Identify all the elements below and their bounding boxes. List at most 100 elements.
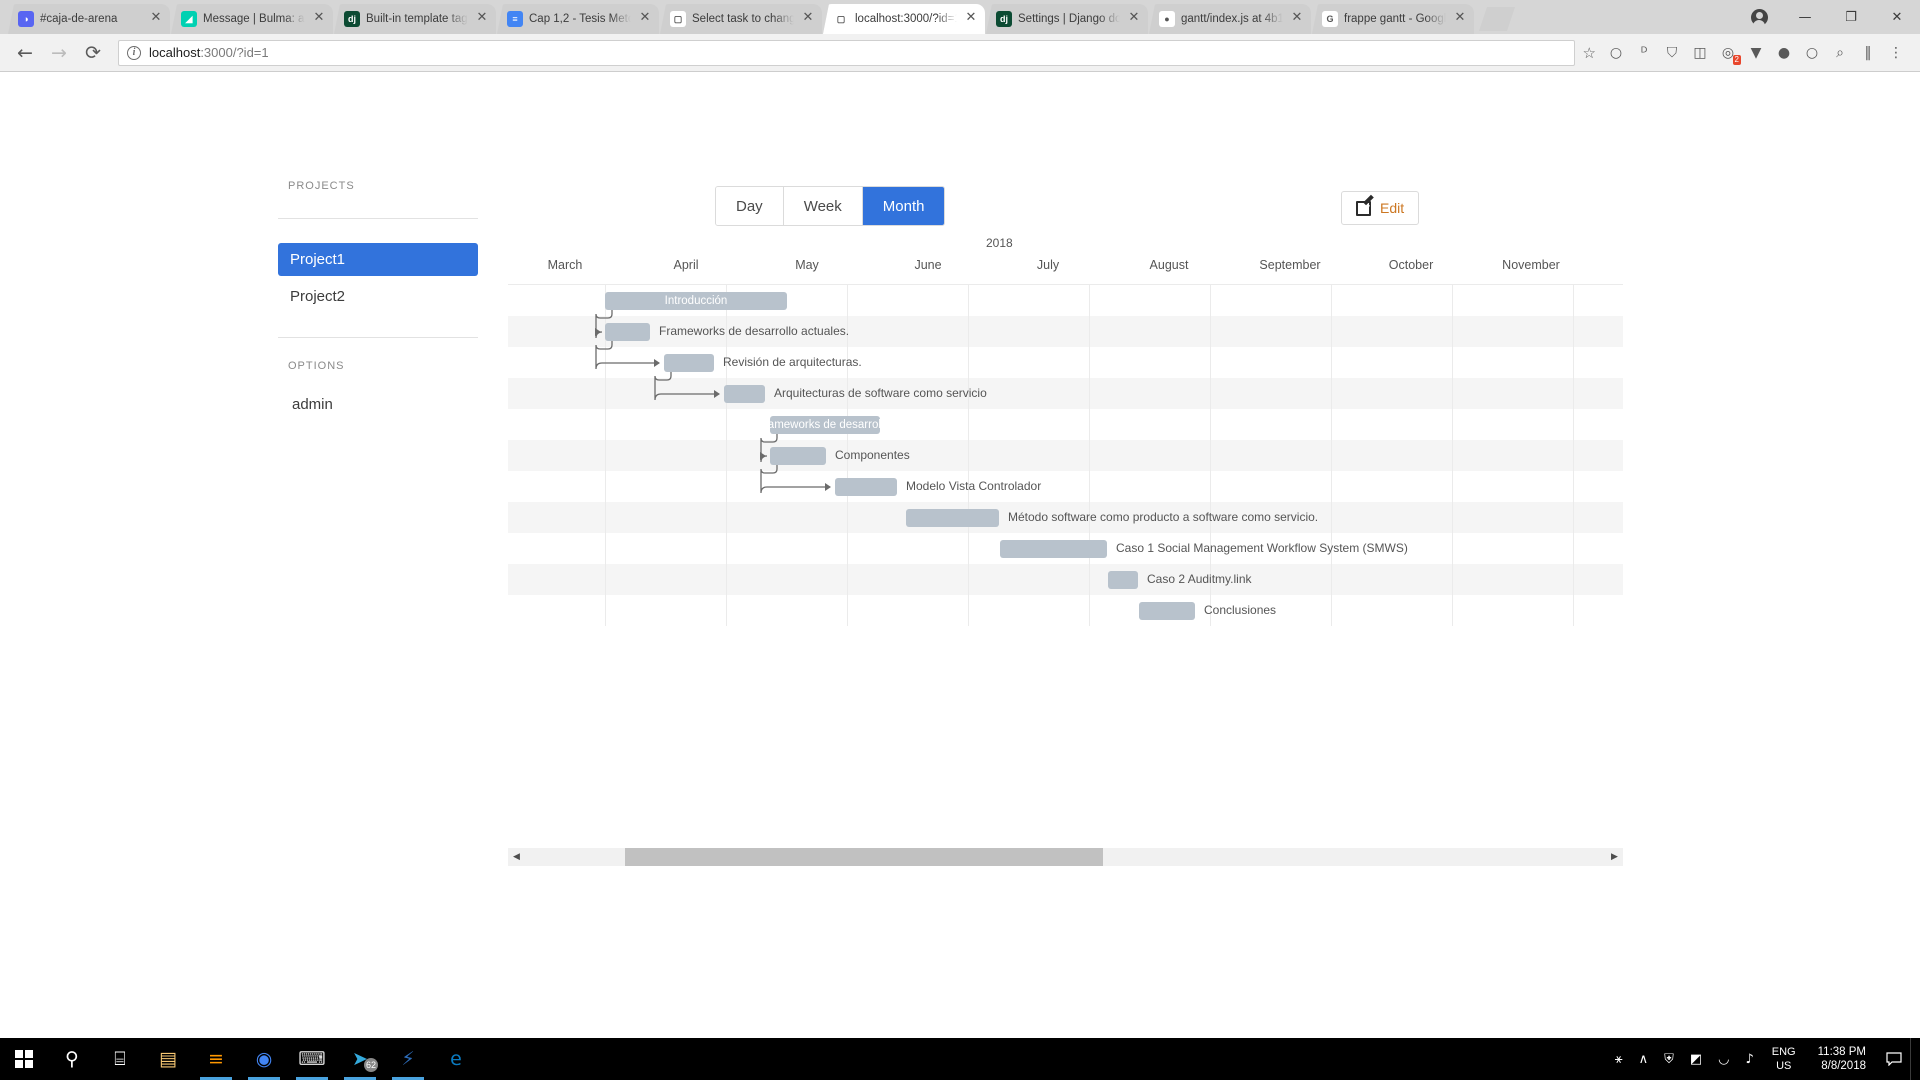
gantt-gridline [1573,347,1574,378]
gantt-task-bar[interactable] [906,509,999,527]
pocket-extension-icon[interactable]: ▼ [1742,39,1770,67]
gantt-task-label: Método software como producto a software… [1008,510,1318,524]
browser-tab[interactable]: ≡Cap 1,2 - Tesis Metodo✕ [497,4,659,34]
tab-close-icon[interactable]: ✕ [1289,11,1305,27]
shield-extension-icon[interactable]: ⛉ [1658,39,1686,67]
gantt-task-bar[interactable]: Introducción [605,292,787,310]
gantt-task-bar[interactable] [835,478,897,496]
gantt-task-bar[interactable] [1000,540,1107,558]
browser-tab[interactable]: ●gantt/index.js at 4b1184✕ [1149,4,1311,34]
view-mode-day[interactable]: Day [716,187,784,225]
tab-close-icon[interactable]: ✕ [148,11,164,27]
gantt-gridline [726,440,727,471]
gantt-task-bar[interactable]: Frameworks de desarrollo: [770,416,880,434]
tab-close-icon[interactable]: ✕ [1452,11,1468,27]
gantt-task-bar[interactable] [724,385,765,403]
tab-close-icon[interactable]: ✕ [637,11,653,27]
browser-tab[interactable]: djBuilt-in template tags an✕ [334,4,496,34]
security-shield-icon[interactable]: ⛨ [1656,1038,1682,1080]
gantt-task-bar[interactable] [1139,602,1195,620]
evernote-extension-icon[interactable]: ◎2 [1714,39,1742,67]
action-center-icon[interactable] [1878,1038,1910,1080]
windows-start-icon[interactable] [0,1038,48,1080]
megaphone-extension-icon[interactable]: ᴰ [1630,39,1658,67]
nvidia-icon[interactable]: ◩ [1682,1038,1710,1080]
language-indicator[interactable]: ENG US [1762,1045,1806,1073]
chrome-menu-icon[interactable]: ⋮ [1882,39,1910,67]
show-hidden-icons-icon[interactable]: ∧ [1631,1038,1657,1080]
tab-title: frappe gantt - Google Se [1344,13,1446,25]
scrollbar-thumb[interactable] [625,848,1103,866]
sidebar-item-project2[interactable]: Project2 [278,280,478,313]
show-desktop-button[interactable] [1910,1038,1920,1080]
sublime-text-icon[interactable]: ≡ [192,1038,240,1080]
maximize-button[interactable]: ❐ [1828,0,1874,34]
gantt-gridline [1331,595,1332,626]
back-button[interactable]: ← [10,38,40,68]
browser-tab[interactable]: ▢Select task to change | D✕ [660,4,822,34]
file-explorer-icon[interactable]: ▤ [144,1038,192,1080]
gantt-row: Introducción [508,285,1623,316]
minimize-button[interactable]: — [1782,0,1828,34]
tab-close-icon[interactable]: ✕ [311,11,327,27]
circle-extension-icon[interactable]: ○ [1602,39,1630,67]
gantt-task-bar[interactable] [664,354,714,372]
gantt-task-bar[interactable] [770,447,826,465]
bookmark-star-icon[interactable]: ☆ [1583,44,1596,62]
search-icon[interactable]: ⚲ [48,1038,96,1080]
tab-close-icon[interactable]: ✕ [1126,11,1142,27]
view-mode-month[interactable]: Month [863,187,945,225]
close-window-button[interactable]: ✕ [1874,0,1920,34]
scrollbar-track[interactable] [525,848,1606,866]
browser-tab[interactable]: ▢localhost:3000/?id=1✕ [823,4,985,34]
edit-button[interactable]: Edit [1341,191,1419,225]
tab-close-icon[interactable]: ✕ [963,11,979,27]
columns-extension-icon[interactable]: ◫ [1686,39,1714,67]
gantt-gridline [605,440,606,471]
microsoft-edge-icon[interactable]: e [432,1038,480,1080]
people-icon[interactable]: ⚹ [1607,1038,1631,1080]
google-chrome-icon[interactable]: ◉ [240,1038,288,1080]
winscp-icon[interactable]: ⚡ [384,1038,432,1080]
command-prompt-icon[interactable]: ⌨ [288,1038,336,1080]
browser-window: ◑#caja-de-arena✕◢Message | Bulma: a mod✕… [0,0,1920,1038]
sidebar-divider-bottom [278,337,478,338]
gantt-month-label: September [1259,258,1320,272]
telegram-icon[interactable]: ➤62 [336,1038,384,1080]
tab-close-icon[interactable]: ✕ [800,11,816,27]
view-mode-label: Month [883,198,925,215]
search-extension-icon[interactable]: ⌕ [1826,39,1854,67]
address-bar-text: localhost:3000/?id=1 [149,45,269,60]
gantt-task-bar[interactable] [1108,571,1138,589]
reload-button[interactable]: ⟳ [78,38,108,68]
browser-tab[interactable]: Gfrappe gantt - Google Se✕ [1312,4,1474,34]
new-tab-button[interactable] [1479,7,1515,31]
browser-tab[interactable]: djSettings | Django docum✕ [986,4,1148,34]
globe-extension-icon[interactable]: ● [1770,39,1798,67]
forward-button[interactable]: → [44,38,74,68]
gantt-gridline [1452,347,1453,378]
browser-tab[interactable]: ◑#caja-de-arena✕ [8,4,170,34]
address-bar[interactable]: i localhost:3000/?id=1 [118,40,1575,66]
task-view-icon[interactable]: ⌸ [96,1038,144,1080]
clock[interactable]: 11:38 PM 8/8/2018 [1806,1045,1878,1073]
tab-close-icon[interactable]: ✕ [474,11,490,27]
horizontal-scrollbar[interactable]: ◀ ▶ [508,848,1623,866]
scroll-right-arrow[interactable]: ▶ [1606,848,1623,866]
profile-avatar-icon[interactable] [1736,0,1782,34]
wifi-icon[interactable]: ◡ [1710,1038,1737,1080]
scroll-left-arrow[interactable]: ◀ [508,848,525,866]
sidebar-divider-top [278,218,478,219]
gantt-month-label: April [673,258,698,272]
sidebar-item-admin[interactable]: admin [278,388,478,421]
sidebar-item-project1[interactable]: Project1 [278,243,478,276]
gantt-task-bar[interactable] [605,323,650,341]
gantt-gridline [968,564,969,595]
volume-icon[interactable]: ♪ [1737,1038,1761,1080]
site-info-icon[interactable]: i [127,46,141,60]
view-mode-week[interactable]: Week [784,187,863,225]
gantt-gridline [1452,409,1453,440]
browser-tab[interactable]: ◢Message | Bulma: a mod✕ [171,4,333,34]
disabled-extension-icon[interactable]: ○ [1798,39,1826,67]
mendeley-extension-icon[interactable]: ‖ [1854,39,1882,67]
